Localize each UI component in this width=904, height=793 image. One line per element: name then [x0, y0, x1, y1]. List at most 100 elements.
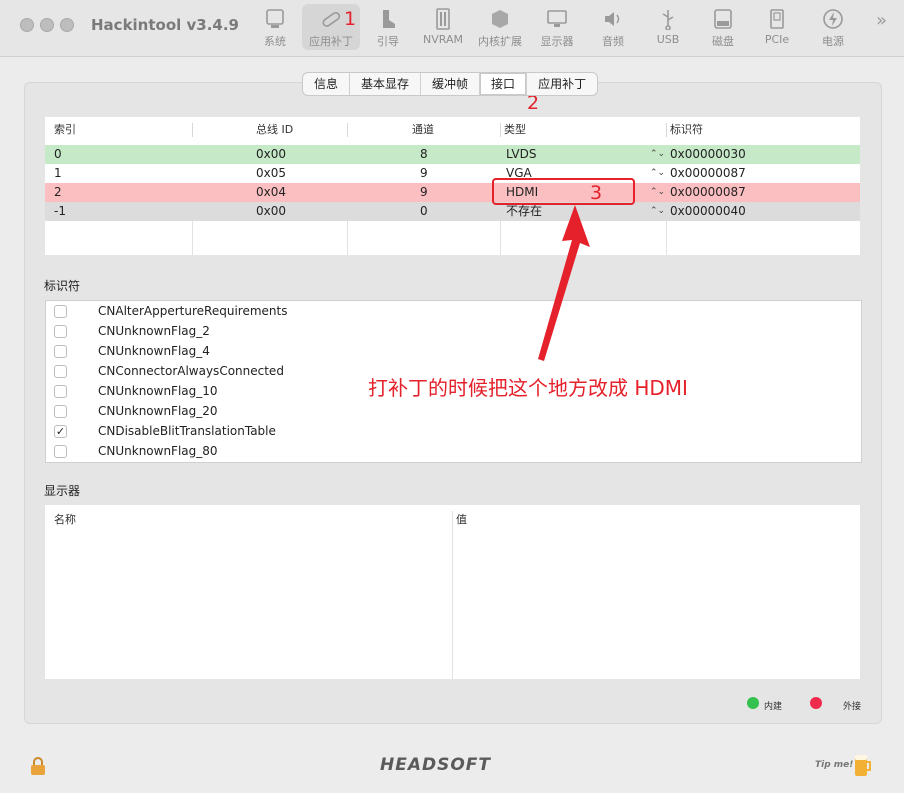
flag-checkbox[interactable]: [54, 345, 67, 358]
cell-bus-id: 0x00: [256, 147, 287, 161]
usb-icon: [662, 10, 674, 30]
toolbar-boot[interactable]: 引导: [359, 4, 417, 50]
header-flags[interactable]: 标识符: [670, 117, 703, 143]
cell-index: 1: [54, 166, 62, 180]
tab-framebuffer[interactable]: 缓冲帧: [421, 73, 481, 95]
column-divider: [192, 221, 193, 255]
cell-flags: 0x00000030: [670, 147, 746, 161]
toolbar-kexts[interactable]: 内核扩展: [471, 4, 529, 50]
cell-pipe: 9: [420, 185, 428, 199]
flag-item[interactable]: CNAlterAppertureRequirements: [46, 301, 861, 321]
toolbar-system[interactable]: 系统: [246, 4, 304, 50]
table-row[interactable]: 0 0x00 8 LVDS ⌃⌄ 0x00000030: [45, 145, 860, 164]
flag-item[interactable]: CNUnknownFlag_80: [46, 441, 861, 461]
flag-item[interactable]: CNUnknownFlag_4: [46, 341, 861, 361]
header-name[interactable]: 名称: [54, 505, 76, 535]
legend-internal-dot: [747, 697, 759, 709]
memory-icon: [436, 8, 450, 30]
tab-info[interactable]: 信息: [303, 73, 351, 95]
column-divider: [347, 221, 348, 255]
column-divider: [192, 123, 193, 137]
table-header: 索引 总线 ID 通道 类型 标识符: [45, 117, 860, 143]
cell-flags: 0x00000087: [670, 185, 746, 199]
flag-item[interactable]: CNUnknownFlag_2: [46, 321, 861, 341]
column-divider: [500, 221, 501, 255]
cell-flags: 0x00000087: [670, 166, 746, 180]
type-select[interactable]: LVDS: [506, 145, 536, 164]
flag-label: CNDisableBlitTranslationTable: [98, 424, 276, 438]
legend-external-dot: [810, 697, 822, 709]
header-pipe[interactable]: 通道: [412, 117, 434, 143]
select-arrows-icon[interactable]: ⌃⌄: [650, 183, 665, 202]
toolbar-label: PCIe: [764, 33, 790, 46]
toolbar-nvram[interactable]: NVRAM: [414, 4, 472, 50]
connectors-table: 索引 总线 ID 通道 类型 标识符 0 0x00 8 LVDS ⌃⌄ 0x00…: [45, 117, 860, 255]
flag-checkbox[interactable]: [54, 405, 67, 418]
tab-connectors[interactable]: 接口: [480, 73, 528, 95]
speaker-icon: [605, 12, 620, 26]
flag-checkbox[interactable]: [54, 305, 67, 318]
table-row[interactable]: -1 0x00 0 不存在 ⌃⌄ 0x00000040: [45, 202, 860, 221]
toolbar-label: 系统: [264, 35, 286, 48]
flag-item[interactable]: ✓ CNDisableBlitTranslationTable: [46, 421, 861, 441]
header-index[interactable]: 索引: [54, 117, 76, 143]
flag-label: CNUnknownFlag_2: [98, 324, 210, 338]
table-row[interactable]: 1 0x05 9 VGA ⌃⌄ 0x00000087: [45, 164, 860, 183]
flags-section-label: 标识符: [44, 279, 81, 293]
header-bus-id[interactable]: 总线 ID: [256, 117, 293, 143]
select-arrows-icon[interactable]: ⌃⌄: [650, 202, 665, 221]
lock-icon[interactable]: [30, 756, 46, 776]
header-value[interactable]: 值: [456, 505, 467, 535]
cell-bus-id: 0x05: [256, 166, 287, 180]
flag-label: CNUnknownFlag_4: [98, 344, 210, 358]
minimize-window-button[interactable]: [40, 18, 54, 32]
cell-flags: 0x00000040: [670, 204, 746, 218]
cell-pipe: 0: [420, 204, 428, 218]
boot-icon: [383, 10, 395, 28]
tab-vram[interactable]: 基本显存: [350, 73, 422, 95]
toolbar-audio[interactable]: 音频: [584, 4, 642, 50]
toolbar-label: 磁盘: [712, 35, 734, 48]
flag-checkbox[interactable]: [54, 385, 67, 398]
cell-index: -1: [54, 204, 66, 218]
flag-checkbox[interactable]: [54, 325, 67, 338]
select-arrows-icon[interactable]: ⌃⌄: [650, 164, 665, 183]
annotation-arrow: [538, 205, 590, 361]
toolbar-label: 音频: [602, 35, 624, 48]
close-window-button[interactable]: [20, 18, 34, 32]
computer-icon: [266, 9, 284, 28]
flag-item[interactable]: CNUnknownFlag_20: [46, 401, 861, 421]
flag-label: CNUnknownFlag_80: [98, 444, 218, 458]
header-type[interactable]: 类型: [504, 117, 526, 143]
beer-icon[interactable]: [853, 752, 873, 778]
table-row[interactable]: 2 0x04 9 HDMI ⌃⌄ 0x00000087: [45, 183, 860, 202]
flag-checkbox[interactable]: ✓: [54, 425, 67, 438]
flag-checkbox[interactable]: [54, 445, 67, 458]
tab-patch[interactable]: 应用补丁: [527, 73, 597, 95]
flag-label: CNUnknownFlag_10: [98, 384, 218, 398]
column-divider: [500, 123, 501, 137]
cell-bus-id: 0x00: [256, 204, 287, 218]
toolbar-disks[interactable]: 磁盘: [694, 4, 752, 50]
flag-checkbox[interactable]: [54, 365, 67, 378]
power-icon: [823, 9, 843, 29]
window-title: Hackintool v3.4.9: [91, 16, 239, 34]
legend-external-label: 外接: [843, 702, 862, 712]
toolbar-overflow-button[interactable]: »: [876, 10, 887, 31]
toolbar-pcie[interactable]: PCIe: [748, 4, 806, 50]
toolbar-usb[interactable]: USB: [639, 4, 697, 50]
bandage-icon: [322, 11, 341, 27]
pcie-icon: [770, 9, 784, 29]
zoom-window-button[interactable]: [60, 18, 74, 32]
toolbar-label: 显示器: [540, 35, 574, 48]
toolbar-label: 内核扩展: [478, 35, 522, 48]
select-arrows-icon[interactable]: ⌃⌄: [650, 145, 665, 164]
toolbar-displays[interactable]: 显示器: [528, 4, 586, 50]
tip-me-link[interactable]: Tip me!: [815, 760, 853, 770]
column-divider: [666, 123, 667, 137]
column-divider: [452, 511, 453, 679]
toolbar-label: 引导: [377, 35, 399, 48]
toolbar-power[interactable]: 电源: [804, 4, 862, 50]
toolbar-label: NVRAM: [423, 33, 463, 46]
flag-label: CNUnknownFlag_20: [98, 404, 218, 418]
